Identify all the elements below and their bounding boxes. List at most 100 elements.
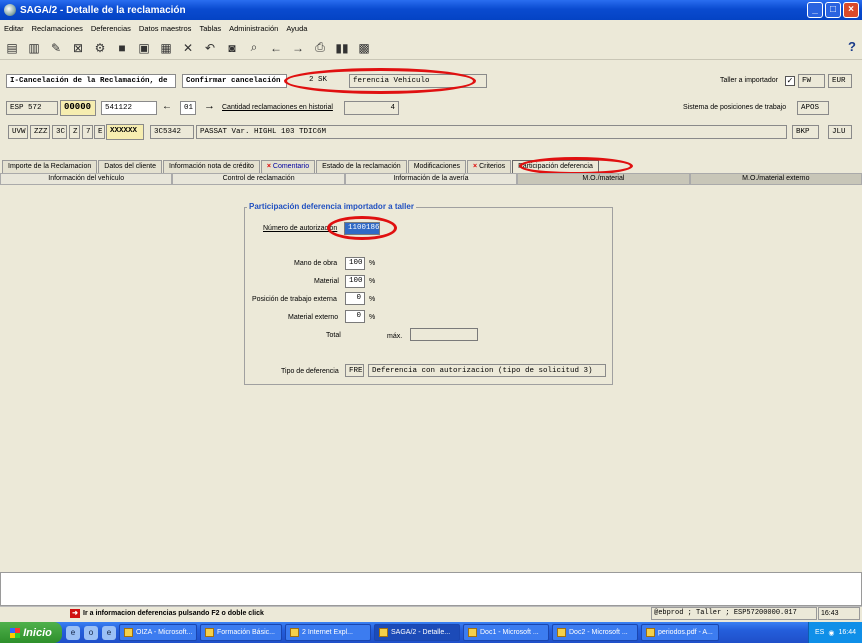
tab-bar-secondary: Información del vehículo Control de recl… (0, 173, 862, 185)
percent-label: % (369, 260, 376, 267)
arrow-right-icon: ➜ (70, 609, 80, 618)
print-icon[interactable]: ⎙ (312, 40, 328, 56)
labor-label: Mano de obra (294, 260, 338, 267)
left-arrow-icon[interactable]: ← (162, 101, 172, 112)
menu-tablas[interactable]: Tablas (199, 24, 221, 33)
action-field[interactable]: Confirmar cancelación (182, 74, 287, 88)
window-icon (205, 628, 214, 637)
task-doc2[interactable]: Doc2 - Microsoft ... (552, 624, 638, 641)
copy-icon[interactable]: ▥ (26, 40, 42, 56)
menu-editar[interactable]: Editar (4, 24, 24, 33)
task-formacion[interactable]: Formación Básic... (200, 624, 282, 641)
history-label[interactable]: Cantidad reclamaciones en historial (222, 104, 333, 111)
forward-arrow-icon[interactable]: → (290, 40, 306, 56)
browser-icon[interactable]: e (102, 625, 116, 640)
clock: 16:44 (838, 629, 856, 636)
type-code[interactable]: FRE (345, 364, 364, 377)
windows-logo-icon (10, 627, 21, 638)
tab-criterios[interactable]: × Criterios (467, 160, 512, 173)
new-icon[interactable]: ▤ (4, 40, 20, 56)
search-icon[interactable]: ⌕ (246, 40, 262, 56)
window-icon (290, 628, 299, 637)
maximize-button[interactable]: □ (825, 2, 841, 18)
message-area (0, 572, 862, 606)
window-icon (468, 628, 477, 637)
code-6: E (94, 125, 105, 139)
cancel-icon[interactable]: ✕ (180, 40, 196, 56)
tab-mo-material-externo[interactable]: M.O./material externo (689, 173, 862, 185)
external-work-input[interactable]: 0 (345, 292, 365, 305)
max-field (410, 328, 478, 341)
tab-label: Importe de la Reclamacion (8, 163, 92, 170)
tab-label: Estado de la reclamación (322, 163, 401, 170)
binoculars-icon[interactable]: ◙ (224, 40, 240, 56)
sequence-field[interactable]: 01 (180, 101, 196, 115)
material-input[interactable]: 100 (345, 275, 365, 288)
task-periodos[interactable]: periodos.pdf - A... (641, 624, 719, 641)
task-saga[interactable]: SAGA/2 - Detalle... (374, 624, 460, 641)
tab-control-reclamacion[interactable]: Control de reclamación (172, 173, 345, 185)
taller-checkbox[interactable]: ✓ (785, 76, 795, 86)
tab-label: Datos del cliente (104, 163, 157, 170)
menu-bar: Editar Reclamaciones Deferencias Datos m… (0, 20, 862, 36)
number-field[interactable]: 00000 (60, 100, 96, 116)
menu-datos-maestros[interactable]: Datos maestros (139, 24, 192, 33)
start-button[interactable]: Inicio (0, 622, 62, 643)
marker-icon: × (266, 163, 271, 170)
undo-icon[interactable]: ↶ (202, 40, 218, 56)
claim-field[interactable]: 541122 (101, 101, 157, 115)
external-material-label: Material externo (288, 314, 339, 321)
language-indicator[interactable]: ES (815, 629, 824, 636)
task-internet-explorer[interactable]: 2 Internet Expl... (285, 624, 371, 641)
code-4: Z (69, 125, 80, 139)
help-icon[interactable]: ? (848, 39, 856, 54)
status-time: 16:43 (818, 607, 860, 620)
clipboard-icon[interactable]: ▣ (136, 40, 152, 56)
labor-input[interactable]: 100 (345, 257, 365, 270)
ie-icon[interactable]: e (66, 625, 80, 640)
menu-ayuda[interactable]: Ayuda (286, 24, 307, 33)
outlook-icon[interactable]: o (84, 625, 98, 640)
tab-nota-credito[interactable]: Información nota de crédito (163, 160, 260, 173)
code-1: UVW (8, 125, 28, 139)
tab-label: Modificaciones (413, 163, 461, 170)
calculator-icon[interactable]: ▩ (356, 40, 372, 56)
tools-icon[interactable]: ⚙ (92, 40, 108, 56)
tab-estado[interactable]: Estado de la reclamación (316, 160, 407, 173)
tab-info-vehiculo[interactable]: Información del vehículo (0, 173, 173, 185)
tab-info-averia[interactable]: Información de la avería (344, 173, 518, 185)
tab-modificaciones[interactable]: Modificaciones (407, 160, 467, 173)
title-bar: SAGA/2 - Detalle de la reclamación _ □ × (0, 0, 862, 20)
status-message-text: Ir a informacion deferencias pulsando F2… (83, 610, 264, 617)
tab-importe[interactable]: Importe de la Reclamacion (2, 160, 98, 173)
code-3: 3C (52, 125, 67, 139)
system-label: Sistema de posiciones de trabajo (683, 104, 787, 111)
task-doc1[interactable]: Doc1 - Microsoft ... (463, 624, 549, 641)
go-arrow-icon[interactable]: → (204, 100, 215, 112)
save-icon[interactable]: ■ (114, 40, 130, 56)
external-work-label: Posición de trabajo externa (252, 296, 337, 303)
barcode-icon[interactable]: ▮▮ (334, 40, 350, 56)
menu-reclamaciones[interactable]: Reclamaciones (32, 24, 83, 33)
tab-datos-cliente[interactable]: Datos del cliente (98, 160, 163, 173)
tab-mo-material[interactable]: M.O./material (517, 173, 690, 185)
back-arrow-icon[interactable]: ← (268, 40, 284, 56)
taller-label: Taller a importador (720, 77, 778, 84)
start-label: Inicio (23, 626, 52, 639)
tray-icon[interactable]: ◉ (828, 629, 834, 637)
task-oiza[interactable]: OIZA - Microsoft... (119, 624, 197, 641)
brand-select[interactable]: FW (798, 74, 825, 88)
percent-label: % (369, 296, 376, 303)
toolbar: ▤ ▥ ✎ ⊠ ⚙ ■ ▣ ▦ ✕ ↶ ◙ ⌕ ← → ⎙ ▮▮ ▩ (0, 36, 862, 60)
edit-icon[interactable]: ✎ (48, 40, 64, 56)
tab-comentario[interactable]: × Comentario (260, 160, 316, 173)
close-button[interactable]: × (843, 2, 859, 18)
menu-administracion[interactable]: Administración (229, 24, 278, 33)
delete-icon[interactable]: ⊠ (70, 40, 86, 56)
country-select[interactable]: ESP 572 (6, 101, 58, 115)
paste-icon[interactable]: ▦ (158, 40, 174, 56)
percent-label: % (369, 314, 376, 321)
external-material-input[interactable]: 0 (345, 310, 365, 323)
menu-deferencias[interactable]: Deferencias (91, 24, 131, 33)
minimize-button[interactable]: _ (807, 2, 823, 18)
